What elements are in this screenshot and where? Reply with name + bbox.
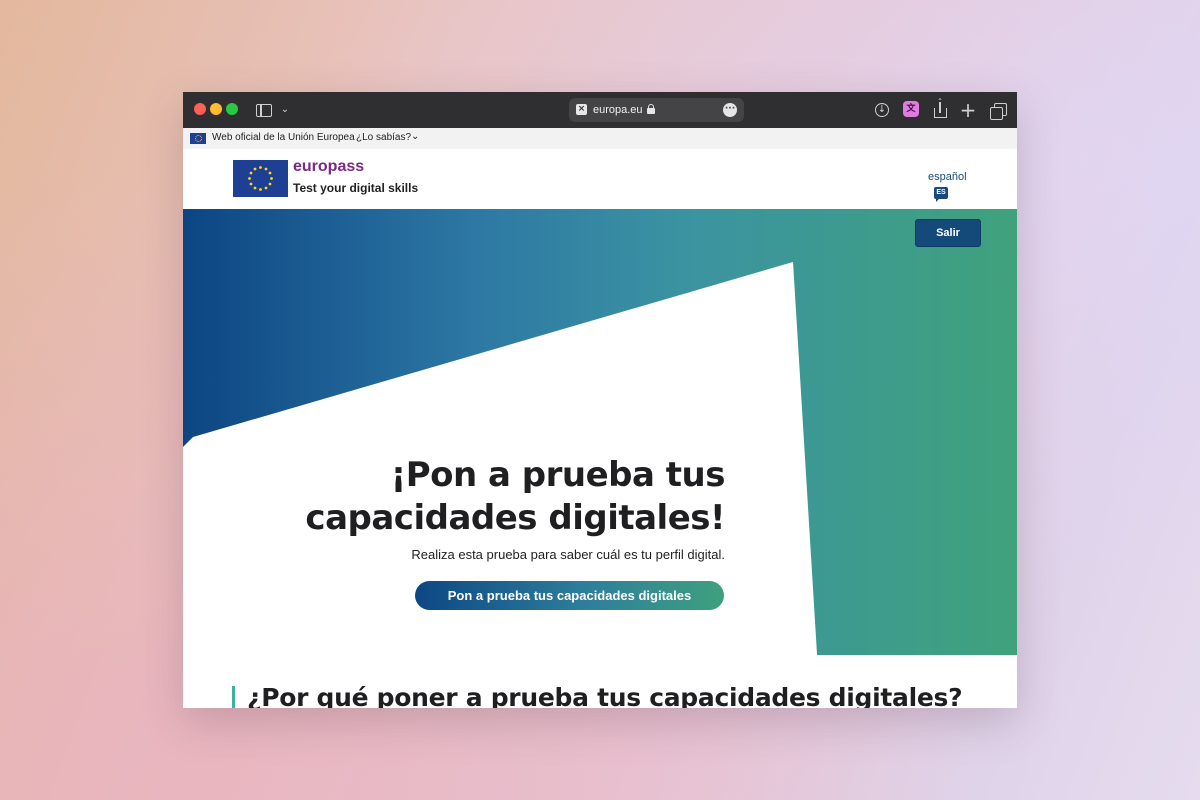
eu-banner: Web oficial de la Unión Europea ¿Lo sabí… xyxy=(183,128,1017,150)
url-text[interactable]: europa.eu xyxy=(593,102,643,118)
minimize-window-button[interactable] xyxy=(210,103,222,115)
site-header: europass Test your digital skills españo… xyxy=(183,149,1017,209)
eu-flag-logo[interactable] xyxy=(233,160,288,197)
start-test-button[interactable]: Pon a prueba tus capacidades digitales xyxy=(415,581,724,610)
did-you-know-link[interactable]: ¿Lo sabías? xyxy=(356,132,411,143)
plus-icon[interactable]: + xyxy=(958,100,978,120)
browser-toolbar: ⌄ × europa.eu ··· ↓ 文 ˆ + xyxy=(183,92,1017,129)
brand-subtitle: Test your digital skills xyxy=(293,181,419,195)
more-icon[interactable]: ··· xyxy=(723,103,737,117)
zoom-window-button[interactable] xyxy=(226,103,238,115)
brand-name[interactable]: europass xyxy=(293,158,364,176)
close-window-button[interactable] xyxy=(194,103,206,115)
address-bar[interactable]: × europa.eu ··· xyxy=(569,98,744,122)
share-icon[interactable]: ˆ xyxy=(930,98,950,120)
chevron-down-icon[interactable]: ⌄ xyxy=(411,131,419,142)
download-icon[interactable]: ↓ xyxy=(872,100,892,120)
section-accent-bar xyxy=(232,686,235,708)
hero-title-line-1: ¡Pon a prueba tus xyxy=(390,455,726,495)
site-favicon: × xyxy=(576,104,587,115)
extension-icon[interactable]: 文 xyxy=(903,101,919,117)
hero-section: Salir ¡Pon a prueba tus capacidades digi… xyxy=(183,209,1017,655)
sidebar-icon[interactable] xyxy=(254,100,274,120)
tabs-icon[interactable] xyxy=(988,100,1008,120)
eu-official-text: Web oficial de la Unión Europea xyxy=(212,132,355,143)
section-title: ¿Por qué poner a prueba tus capacidades … xyxy=(247,683,963,708)
why-section: ¿Por qué poner a prueba tus capacidades … xyxy=(183,655,1017,708)
chevron-down-icon[interactable]: ⌄ xyxy=(275,100,295,120)
language-selector[interactable]: español xyxy=(928,171,967,183)
logout-button[interactable]: Salir xyxy=(915,219,981,247)
hero-title: ¡Pon a prueba tus capacidades digitales! xyxy=(283,454,725,540)
browser-window: ⌄ × europa.eu ··· ↓ 文 ˆ + Web oficial de… xyxy=(183,92,1017,708)
hero-subtitle: Realiza esta prueba para saber cuál es t… xyxy=(411,547,725,562)
eu-flag-icon xyxy=(190,133,206,144)
hero-title-line-2: capacidades digitales! xyxy=(305,498,725,538)
language-code-badge[interactable]: ES xyxy=(934,187,948,202)
lock-icon xyxy=(647,104,655,114)
